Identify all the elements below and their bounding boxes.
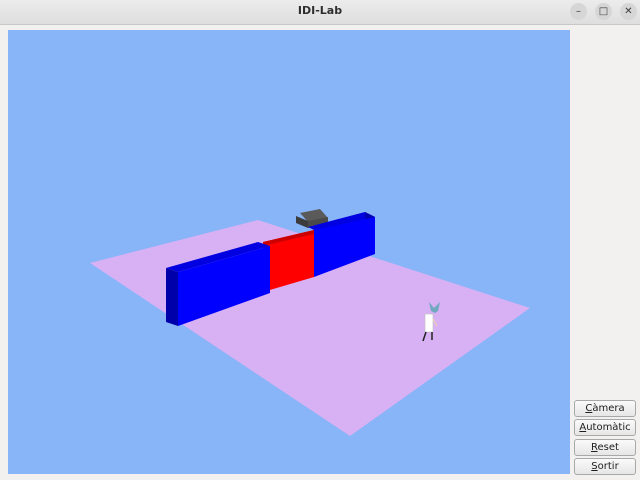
maximize-icon[interactable]: □: [595, 3, 612, 20]
exit-button[interactable]: Sortir: [574, 458, 636, 475]
minimize-icon[interactable]: –: [570, 3, 587, 20]
opengl-viewport[interactable]: [8, 30, 570, 474]
reset-button[interactable]: Reset: [574, 439, 636, 456]
app-window: IDI-Lab – □ ✕ Càmera Automàtic Reset Sor…: [0, 0, 640, 480]
window-title: IDI-Lab: [297, 4, 343, 17]
automatic-button[interactable]: Automàtic: [574, 419, 636, 436]
camera-button[interactable]: Càmera: [574, 400, 636, 417]
close-icon[interactable]: ✕: [620, 3, 637, 20]
title-bar[interactable]: IDI-Lab – □ ✕: [0, 0, 640, 25]
button-panel: Càmera Automàtic Reset Sortir: [570, 30, 640, 475]
scene-canvas: [90, 209, 530, 436]
